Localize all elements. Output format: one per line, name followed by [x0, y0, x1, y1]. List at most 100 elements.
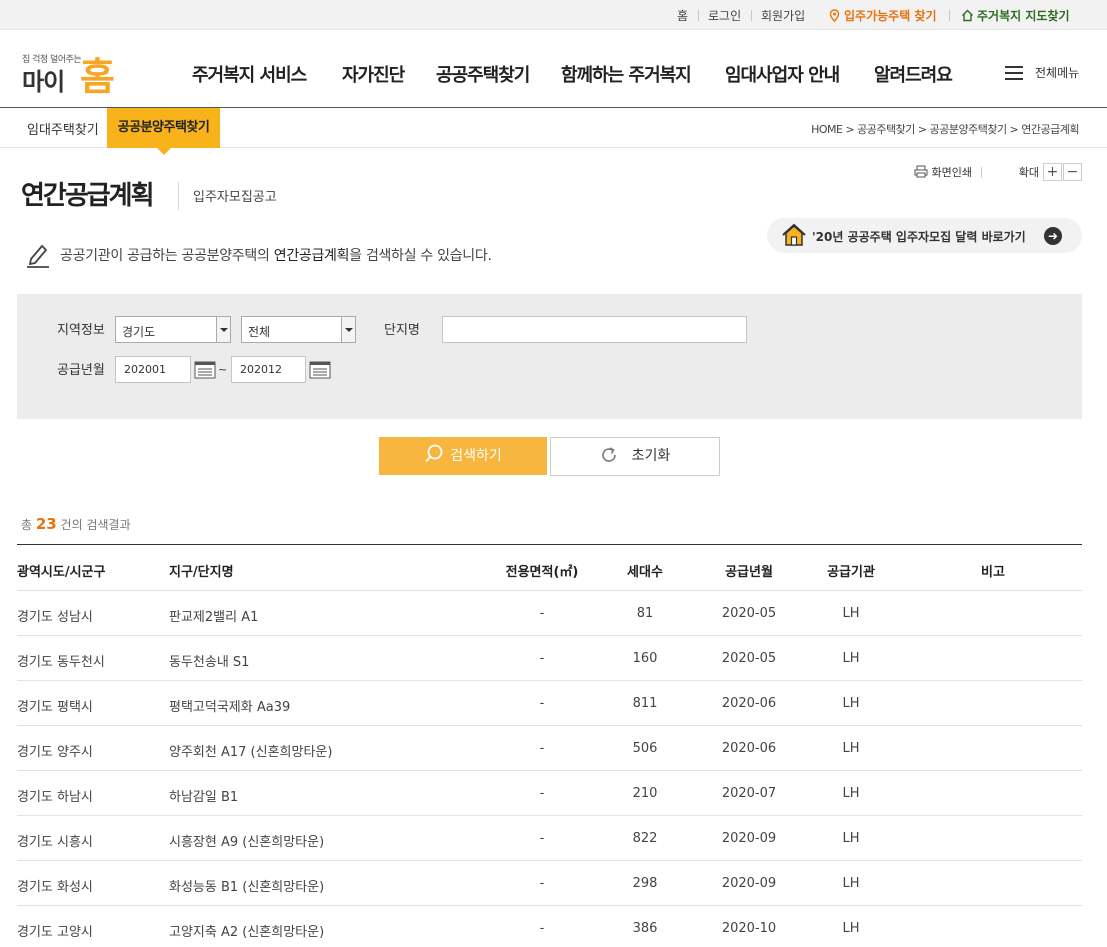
map-search-link[interactable]: 주거복지 지도찾기	[961, 7, 1070, 24]
table-row[interactable]: 경기도 하남시 하남감일 B1 - 210 2020-07 LH	[17, 771, 1082, 816]
cell-agency: LH	[842, 741, 860, 756]
divider	[751, 10, 752, 21]
house-icon	[782, 223, 806, 246]
calendar-icon[interactable]	[309, 361, 331, 379]
reset-button[interactable]: 초기화	[550, 437, 720, 476]
cell-area: -	[539, 921, 545, 936]
cell-area: -	[539, 831, 545, 846]
column-header-complex: 지구/단지명	[169, 565, 234, 580]
logo-text-right: 홈	[80, 55, 115, 99]
table-header-row: 광역시도/시군구 지구/단지명 전용면적(㎡) 세대수 공급년월 공급기관 비고	[17, 545, 1082, 591]
cell-area: -	[539, 696, 545, 711]
calendar-icon[interactable]	[194, 361, 216, 379]
location-icon	[829, 9, 840, 22]
zoom-in-button[interactable]: +	[1043, 163, 1062, 181]
nav-notices[interactable]: 알려드려요	[874, 61, 953, 87]
cell-units: 822	[632, 831, 658, 846]
period-from-input[interactable]	[115, 356, 191, 383]
cell-agency: LH	[842, 876, 860, 891]
find-housing-link[interactable]: 입주가능주택 찾기	[828, 7, 937, 24]
breadcrumb: HOME > 공공주택찾기 > 공공분양주택찾기 > 연간공급계획	[811, 123, 1079, 136]
calendar-link-label: '20년 공공주택 입주자모집 달력 바로가기	[812, 230, 1026, 244]
cell-area: -	[539, 741, 545, 756]
cell-complex-name: 하남감일 B1	[169, 790, 239, 805]
result-count: 총 23 건의 검색결과	[21, 515, 131, 533]
cell-supply-month: 2020-06	[721, 696, 777, 711]
login-link[interactable]: 로그인	[708, 7, 741, 24]
cell-region: 경기도 성남시	[17, 610, 93, 625]
divider	[949, 10, 950, 21]
nav-shared-housing-welfare[interactable]: 함께하는 주거복지	[561, 61, 692, 87]
complex-name-label: 단지명	[384, 323, 420, 338]
cell-region: 경기도 동두천시	[17, 655, 105, 670]
cell-agency: LH	[842, 786, 860, 801]
table-row[interactable]: 경기도 화성시 화성능동 B1 (신혼희망타운) - 298 2020-09 LH	[17, 861, 1082, 906]
period-to-input[interactable]	[231, 356, 306, 383]
chevron-down-icon	[216, 317, 230, 342]
supply-period-label: 공급년월	[57, 363, 105, 378]
cell-supply-month: 2020-09	[721, 876, 777, 891]
site-logo[interactable]: 집 걱정 덜어주는 마이 홈	[22, 47, 116, 99]
column-header-supply-month: 공급년월	[725, 565, 773, 580]
search-button[interactable]: 검색하기	[379, 437, 547, 475]
cell-supply-month: 2020-05	[721, 606, 777, 621]
cell-units: 210	[632, 786, 658, 801]
recruitment-calendar-link[interactable]: '20년 공공주택 입주자모집 달력 바로가기 ➜	[767, 218, 1082, 253]
table-row[interactable]: 경기도 고양시 고양지축 A2 (신혼희망타운) - 386 2020-10 LH	[17, 906, 1082, 947]
cell-complex-name: 양주회천 A17 (신혼희망타운)	[169, 745, 333, 760]
tab-rental-housing[interactable]: 임대주택찾기	[27, 119, 99, 138]
cell-region: 경기도 하남시	[17, 790, 93, 805]
search-panel: 지역정보 경기도 전체 단지명 공급년월 ~	[17, 294, 1082, 419]
cell-region: 경기도 화성시	[17, 880, 93, 895]
divider	[981, 167, 982, 178]
print-button[interactable]: 화면인쇄	[914, 164, 972, 180]
region-select[interactable]: 경기도	[115, 316, 231, 343]
nav-housing-welfare-service[interactable]: 주거복지 서비스	[192, 61, 307, 87]
column-header-remarks: 비고	[981, 565, 1005, 580]
tab-public-sale-housing[interactable]: 공공분양주택찾기	[107, 108, 220, 155]
reset-button-label: 초기화	[631, 448, 671, 464]
all-menu-label: 전체메뉴	[1035, 66, 1080, 80]
cell-supply-month: 2020-06	[721, 741, 777, 756]
find-housing-label: 입주가능주택 찾기	[844, 9, 937, 23]
cell-complex-name: 고양지축 A2 (신혼희망타운)	[169, 925, 325, 940]
cell-region: 경기도 평택시	[17, 700, 93, 715]
home-link[interactable]: 홈	[677, 7, 688, 24]
district-select[interactable]: 전체	[241, 316, 356, 343]
nav-self-diagnosis[interactable]: 자가진단	[342, 61, 405, 87]
utility-bar: 홈 로그인 회원가입 입주가능주택 찾기 주거복지 지도찾기	[0, 0, 1107, 30]
sub-navigation: 임대주택찾기 공공분양주택찾기 HOME > 공공주택찾기 > 공공분양주택찾기…	[0, 107, 1107, 155]
cell-units: 81	[636, 606, 654, 621]
cell-units: 811	[632, 696, 658, 711]
cell-area: -	[539, 876, 545, 891]
nav-rental-business-guide[interactable]: 임대사업자 안내	[725, 61, 840, 87]
complex-name-input[interactable]	[442, 316, 747, 343]
page-subtitle[interactable]: 입주자모집공고	[193, 186, 277, 205]
column-header-region: 광역시도/시군구	[17, 565, 106, 580]
zoom-out-button[interactable]: −	[1063, 163, 1082, 181]
table-row[interactable]: 경기도 시흥시 시흥장현 A9 (신혼희망타운) - 822 2020-09 LH	[17, 816, 1082, 861]
table-row[interactable]: 경기도 동두천시 동두천송내 S1 - 160 2020-05 LH	[17, 636, 1082, 681]
cell-complex-name: 동두천송내 S1	[169, 655, 250, 670]
table-row[interactable]: 경기도 성남시 판교제2밸리 A1 - 81 2020-05 LH	[17, 591, 1082, 636]
cell-complex-name: 평택고덕국제화 Aa39	[169, 700, 291, 715]
map-search-label: 주거복지 지도찾기	[977, 9, 1070, 23]
description-text: 공공기관이 공급하는 공공분양주택의	[60, 248, 274, 264]
cell-supply-month: 2020-05	[721, 651, 777, 666]
result-count-number: 23	[35, 515, 57, 533]
signup-link[interactable]: 회원가입	[761, 7, 805, 24]
column-header-area: 전용면적(㎡)	[505, 565, 579, 580]
cell-agency: LH	[842, 921, 860, 936]
arrow-right-icon: ➜	[1044, 227, 1062, 245]
nav-public-housing-search[interactable]: 공공주택찾기	[436, 61, 530, 87]
cell-agency: LH	[842, 696, 860, 711]
cell-agency: LH	[842, 831, 860, 846]
table-row[interactable]: 경기도 양주시 양주회천 A17 (신혼희망타운) - 506 2020-06 LH	[17, 726, 1082, 771]
search-button-label: 검색하기	[450, 448, 502, 464]
table-row[interactable]: 경기도 평택시 평택고덕국제화 Aa39 - 811 2020-06 LH	[17, 681, 1082, 726]
result-count-suffix: 건의 검색결과	[56, 518, 131, 532]
cell-supply-month: 2020-09	[721, 831, 777, 846]
logo-text-left: 마이	[22, 68, 65, 96]
result-count-prefix: 총	[21, 518, 36, 532]
description-emphasis: 연간공급계획	[273, 248, 350, 264]
